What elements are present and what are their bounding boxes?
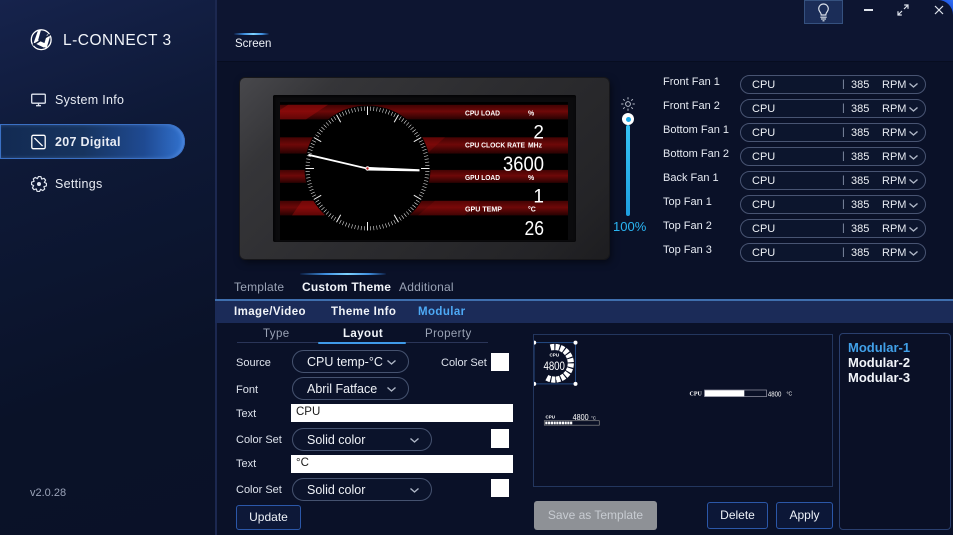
svg-text:26: 26 <box>525 218 545 240</box>
svg-text:CPU LOAD: CPU LOAD <box>465 109 501 118</box>
svg-text:2: 2 <box>533 123 544 144</box>
svg-text:°C: °C <box>554 377 560 383</box>
svg-text:1: 1 <box>533 187 544 208</box>
svg-text:MHz: MHz <box>528 143 542 150</box>
svg-text:%: % <box>528 175 535 182</box>
svg-text:CPU CLOCK RATE: CPU CLOCK RATE <box>465 141 525 150</box>
svg-text:%: % <box>528 111 535 118</box>
svg-text:°C: °C <box>591 416 597 421</box>
svg-text:CPU: CPU <box>690 392 703 398</box>
svg-text:CPU: CPU <box>549 353 559 358</box>
svg-text:4800: 4800 <box>543 359 565 373</box>
svg-text:°C: °C <box>528 205 536 213</box>
svg-text:GPU LOAD: GPU LOAD <box>465 173 501 182</box>
svg-text:°C: °C <box>787 392 793 398</box>
svg-text:CPU: CPU <box>546 415 556 420</box>
svg-text:4800: 4800 <box>768 391 782 398</box>
svg-text:GPU TEMP: GPU TEMP <box>465 204 502 213</box>
svg-text:3600: 3600 <box>503 152 544 176</box>
